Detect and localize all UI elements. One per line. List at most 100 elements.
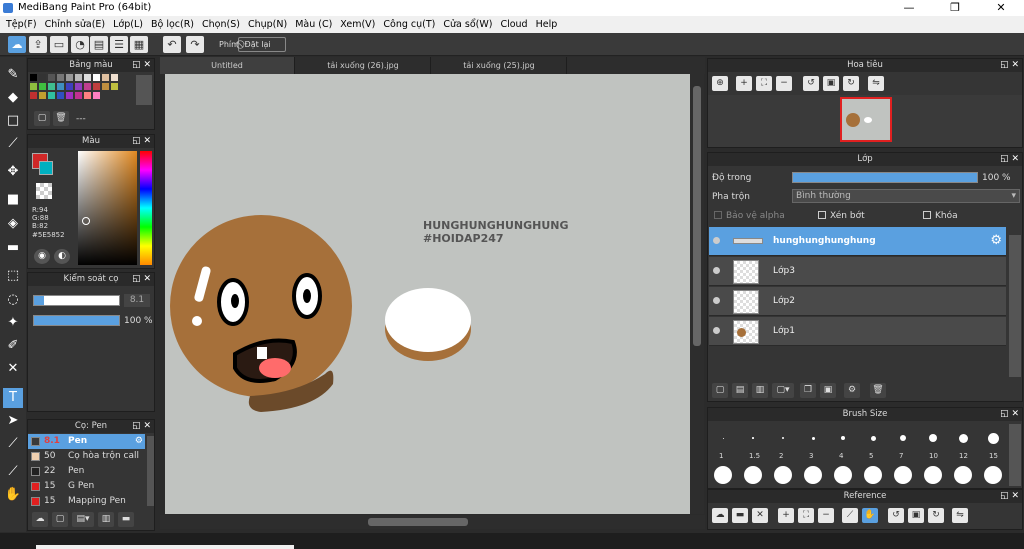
tab-untitled[interactable]: Untitled	[160, 57, 295, 74]
reference-actual-icon[interactable]: ▣	[908, 508, 924, 523]
brush-size-scrollbar[interactable]	[1009, 424, 1021, 486]
palette-swatch[interactable]	[48, 83, 55, 90]
palette-swatch[interactable]	[93, 92, 100, 99]
brush-size-large-dot[interactable]	[774, 466, 792, 484]
palette-scrollbar[interactable]	[136, 75, 152, 105]
grid-icon[interactable]: ▦	[130, 36, 148, 53]
add-brush-icon[interactable]: ▤▾	[72, 512, 94, 527]
brush-size-dot[interactable]	[722, 437, 724, 439]
brush-size-large-dot[interactable]	[894, 466, 912, 484]
new-page-icon[interactable]: ▢	[34, 111, 50, 126]
palette-swatches[interactable]	[30, 74, 135, 106]
blend-mode-select[interactable]: Bình thường ▾	[792, 189, 1020, 203]
panel-close-icon[interactable]: ◱ ✕	[132, 135, 151, 148]
palette-swatch[interactable]	[84, 83, 91, 90]
select-eraser-icon[interactable]: ✕	[3, 359, 23, 379]
brush-list-scrollbar[interactable]	[147, 436, 154, 506]
brush-list-item[interactable]: 8.1 Pen ⚙	[28, 434, 145, 449]
palette-swatch[interactable]	[93, 83, 100, 90]
magic-wand-icon[interactable]: ✦	[3, 313, 23, 333]
panel-close-icon[interactable]: ◱ ✕	[1000, 153, 1019, 166]
palette-swatch[interactable]	[30, 92, 37, 99]
lock-checkbox[interactable]	[923, 211, 931, 219]
menu-window[interactable]: Cửa sổ(W)	[439, 19, 496, 30]
select-pen-icon[interactable]: ✐	[3, 336, 23, 356]
new-layer-icon[interactable]: ▢	[712, 383, 728, 398]
brush-size-value[interactable]: 8.1	[124, 294, 150, 307]
brush-list-item[interactable]: 15 G Pen	[28, 479, 145, 494]
panel-close-icon[interactable]: ◱ ✕	[132, 273, 151, 286]
reference-rotate-left-icon[interactable]: ↺	[888, 508, 904, 523]
reference-rotate-right-icon[interactable]: ↻	[928, 508, 944, 523]
zoom-icon[interactable]: ⊕	[712, 76, 728, 91]
palette-swatch[interactable]	[66, 83, 73, 90]
reference-close-icon[interactable]: ✕	[752, 508, 768, 523]
new-brush-icon[interactable]: ▢	[52, 512, 68, 527]
menu-edit[interactable]: Chỉnh sửa(E)	[41, 19, 110, 30]
cloud-brush-icon[interactable]: ☁	[32, 512, 48, 527]
reference-eyedropper-icon[interactable]: ⟋	[842, 508, 858, 523]
palette-swatch[interactable]	[39, 83, 46, 90]
trash-icon[interactable]: 🗑	[53, 111, 69, 126]
palette-swatch[interactable]	[66, 74, 73, 81]
palette-swatch[interactable]	[84, 92, 91, 99]
brush-settings-icon[interactable]: ▥	[98, 512, 114, 527]
close-button[interactable]: ✕	[978, 0, 1024, 16]
eye-icon[interactable]	[713, 327, 720, 334]
menu-tools[interactable]: Công cụ(T)	[379, 19, 439, 30]
move-tool-icon[interactable]: ✥	[3, 162, 23, 182]
menu-color[interactable]: Màu (C)	[291, 19, 336, 30]
reference-flip-icon[interactable]: ⇋	[952, 508, 968, 523]
layer-opacity-slider[interactable]	[792, 172, 978, 183]
rotate-left-icon[interactable]: ↺	[803, 76, 819, 91]
brush-size-dot[interactable]	[870, 435, 876, 441]
zoom-out-icon[interactable]: −	[776, 76, 792, 91]
minimize-button[interactable]: —	[886, 0, 932, 16]
palette-swatch[interactable]	[111, 74, 118, 81]
shape-tool-icon[interactable]: ■	[3, 190, 23, 210]
eye-icon[interactable]	[713, 267, 720, 274]
reference-open-icon[interactable]: ▬	[732, 508, 748, 523]
layer-settings-icon[interactable]: ⚙	[844, 383, 860, 398]
brush-size-dot[interactable]	[958, 433, 968, 443]
palette-swatch[interactable]	[102, 74, 109, 81]
layer-row[interactable]: Lớp1	[709, 317, 1006, 346]
brush-size-dot[interactable]	[811, 436, 815, 440]
layer-row[interactable]: hunghunghunghung ⚙	[709, 227, 1006, 256]
drawing-canvas[interactable]: HUNGHUNGHUNGHUNG #HOIDAP247	[165, 74, 690, 514]
palette-swatch[interactable]	[39, 92, 46, 99]
secondary-color-swatch[interactable]	[39, 161, 53, 175]
canvas-horizontal-scrollbar[interactable]	[160, 515, 705, 529]
brush-size-dot[interactable]	[929, 434, 937, 442]
palette-swatch[interactable]	[75, 92, 82, 99]
new-halftone-layer-icon[interactable]: ▤	[732, 383, 748, 398]
brush-size-dot[interactable]	[782, 437, 784, 439]
flip-icon[interactable]: ⇋	[868, 76, 884, 91]
maximize-button[interactable]: ❐	[932, 0, 978, 16]
brush-size-large-dot[interactable]	[924, 466, 942, 484]
brush-size-large-dot[interactable]	[984, 466, 1002, 484]
panel-close-icon[interactable]: ◱ ✕	[1000, 59, 1019, 72]
export-icon[interactable]: ⇪	[29, 36, 47, 53]
menu-view[interactable]: Xem(V)	[336, 19, 379, 30]
palette-swatch[interactable]	[102, 83, 109, 90]
chat-icon[interactable]: ◔	[71, 36, 89, 53]
cloud-icon[interactable]: ☁	[8, 36, 26, 53]
reference-zoom-in-icon[interactable]: +	[778, 508, 794, 523]
brush-opacity-slider[interactable]	[33, 315, 120, 326]
brush-size-slider[interactable]	[33, 295, 120, 306]
duplicate-layer-icon[interactable]: ❐	[800, 383, 816, 398]
fill-tool-icon[interactable]: ◈	[3, 214, 23, 234]
rectangle-tool-icon[interactable]: □	[3, 111, 23, 131]
document-icon[interactable]: ▤	[90, 36, 108, 53]
palette-swatch[interactable]	[39, 74, 46, 81]
hand-tool-icon[interactable]: ✋	[3, 485, 23, 505]
reference-fit-icon[interactable]: ⛶	[798, 508, 814, 523]
palette-swatch[interactable]	[57, 74, 64, 81]
brush-size-large-dot[interactable]	[714, 466, 732, 484]
navigator-viewport[interactable]	[840, 97, 892, 142]
panel-close-icon[interactable]: ◱ ✕	[132, 420, 151, 433]
eyedropper-tool-icon[interactable]: ⟋	[3, 462, 23, 482]
layer-list-scrollbar[interactable]	[1009, 235, 1021, 377]
reference-zoom-out-icon[interactable]: −	[818, 508, 834, 523]
